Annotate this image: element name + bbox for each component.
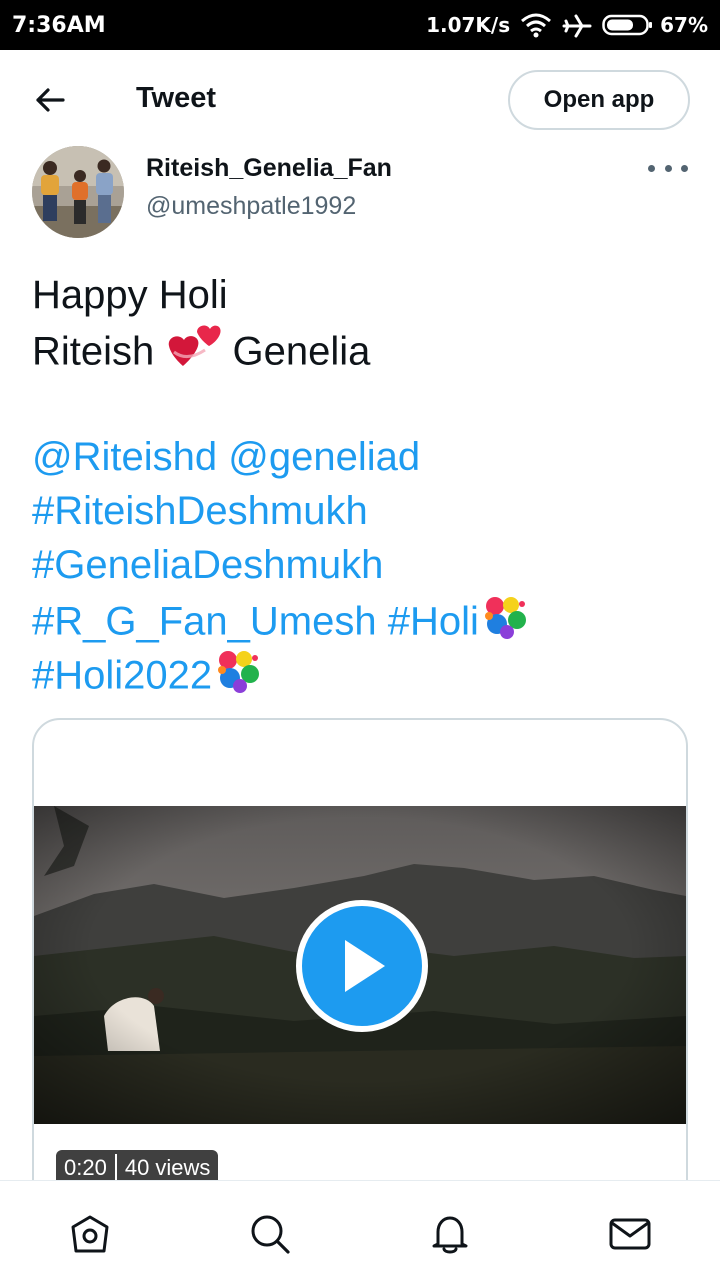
hashtag-geneliadeshmukh[interactable]: #GeneliaDeshmukh [32,543,383,587]
author-name[interactable]: Riteish_Genelia_Fan [146,154,392,183]
battery-icon [602,14,653,36]
video-thumbnail[interactable] [34,806,686,1124]
status-bar: 7:36AM 1.07K/s 67% [0,0,720,50]
two-hearts-icon [165,322,221,386]
network-speed: 1.07K/s [426,13,511,37]
home-icon[interactable] [67,1211,113,1257]
open-app-button[interactable]: Open app [508,70,690,130]
tweet-text: Happy Holi Riteish Genelia @Riteishd @ge… [32,268,692,700]
tweet-header: Tweet Open app [0,50,720,150]
battery-percent: 67% [660,13,708,37]
messages-icon[interactable] [607,1211,653,1257]
hashtag-holi2022[interactable]: #Holi2022 [32,654,212,698]
bottom-nav [0,1180,720,1280]
hashtag-holi[interactable]: #Holi [388,600,479,644]
wifi-icon [520,12,552,38]
mention-geneliad[interactable]: @geneliad [228,435,420,479]
holi-colors-icon [479,592,529,656]
author-handle[interactable]: @umeshpatle1992 [146,192,356,221]
hashtag-r-g-fan-umesh[interactable]: #R_G_Fan_Umesh [32,600,377,644]
video-views: 40 views [124,1155,211,1180]
play-button[interactable] [296,900,428,1032]
tweet-line-1: Happy Holi [32,273,228,317]
avatar[interactable] [32,146,124,238]
video-duration: 0:20 [64,1155,107,1180]
battery-indicator: 67% [602,13,708,37]
page-title: Tweet [136,82,217,114]
tweet-author: Riteish_Genelia_Fan @umeshpatle1992 [32,146,692,238]
tweet-word-genelia: Genelia [232,329,371,374]
mention-riteishd[interactable]: @Riteishd [32,435,217,479]
tweet-word-riteish: Riteish [32,329,155,374]
more-options-icon[interactable] [648,158,688,178]
media-card[interactable]: 0:20 40 views [32,718,688,1238]
holi-colors-icon [212,646,262,710]
hashtag-riteishdeshmukh[interactable]: #RiteishDeshmukh [32,489,368,533]
airplane-icon [562,10,592,40]
back-arrow-icon[interactable] [30,80,70,120]
notifications-icon[interactable] [427,1211,473,1257]
status-time: 7:36AM [12,12,106,38]
search-icon[interactable] [247,1211,293,1257]
